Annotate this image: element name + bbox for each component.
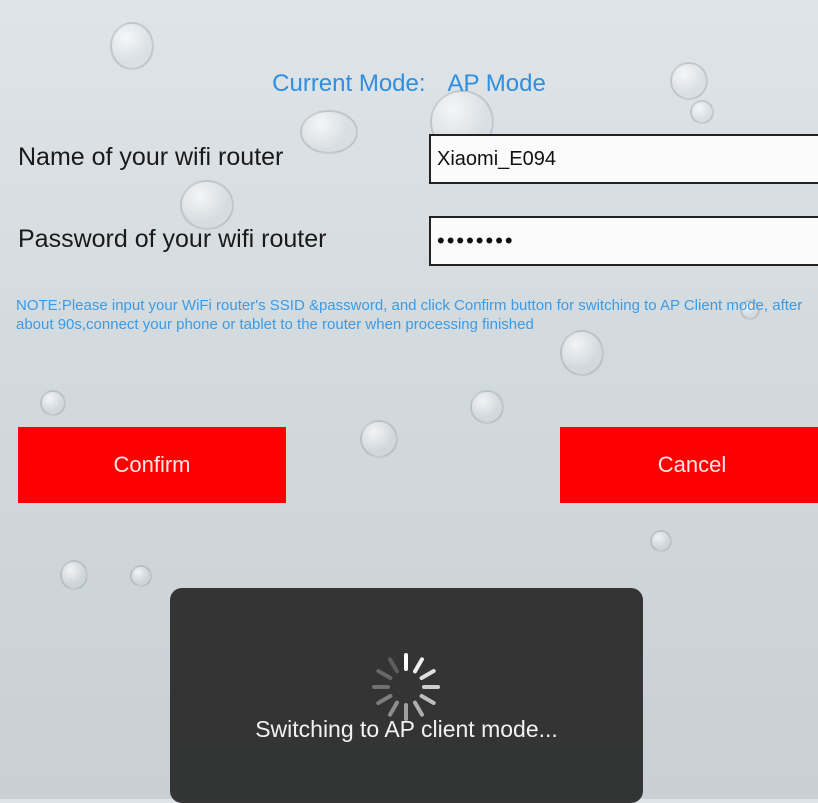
current-mode-label: Current Mode: bbox=[272, 70, 426, 97]
router-name-input[interactable] bbox=[429, 134, 818, 184]
cancel-button[interactable]: Cancel bbox=[560, 427, 818, 503]
note-text: NOTE:Please input your WiFi router's SSI… bbox=[16, 297, 803, 333]
router-password-label: Password of your wifi router bbox=[18, 225, 327, 253]
confirm-button[interactable]: Confirm bbox=[18, 427, 286, 503]
progress-toast: Switching to AP client mode... bbox=[170, 588, 643, 803]
router-name-label: Name of your wifi router bbox=[18, 143, 284, 171]
toast-message: Switching to AP client mode... bbox=[255, 716, 558, 742]
current-mode-value: AP Mode bbox=[447, 70, 546, 97]
router-password-input[interactable] bbox=[429, 216, 818, 266]
current-mode-row: Current Mode: AP Mode bbox=[0, 70, 818, 98]
